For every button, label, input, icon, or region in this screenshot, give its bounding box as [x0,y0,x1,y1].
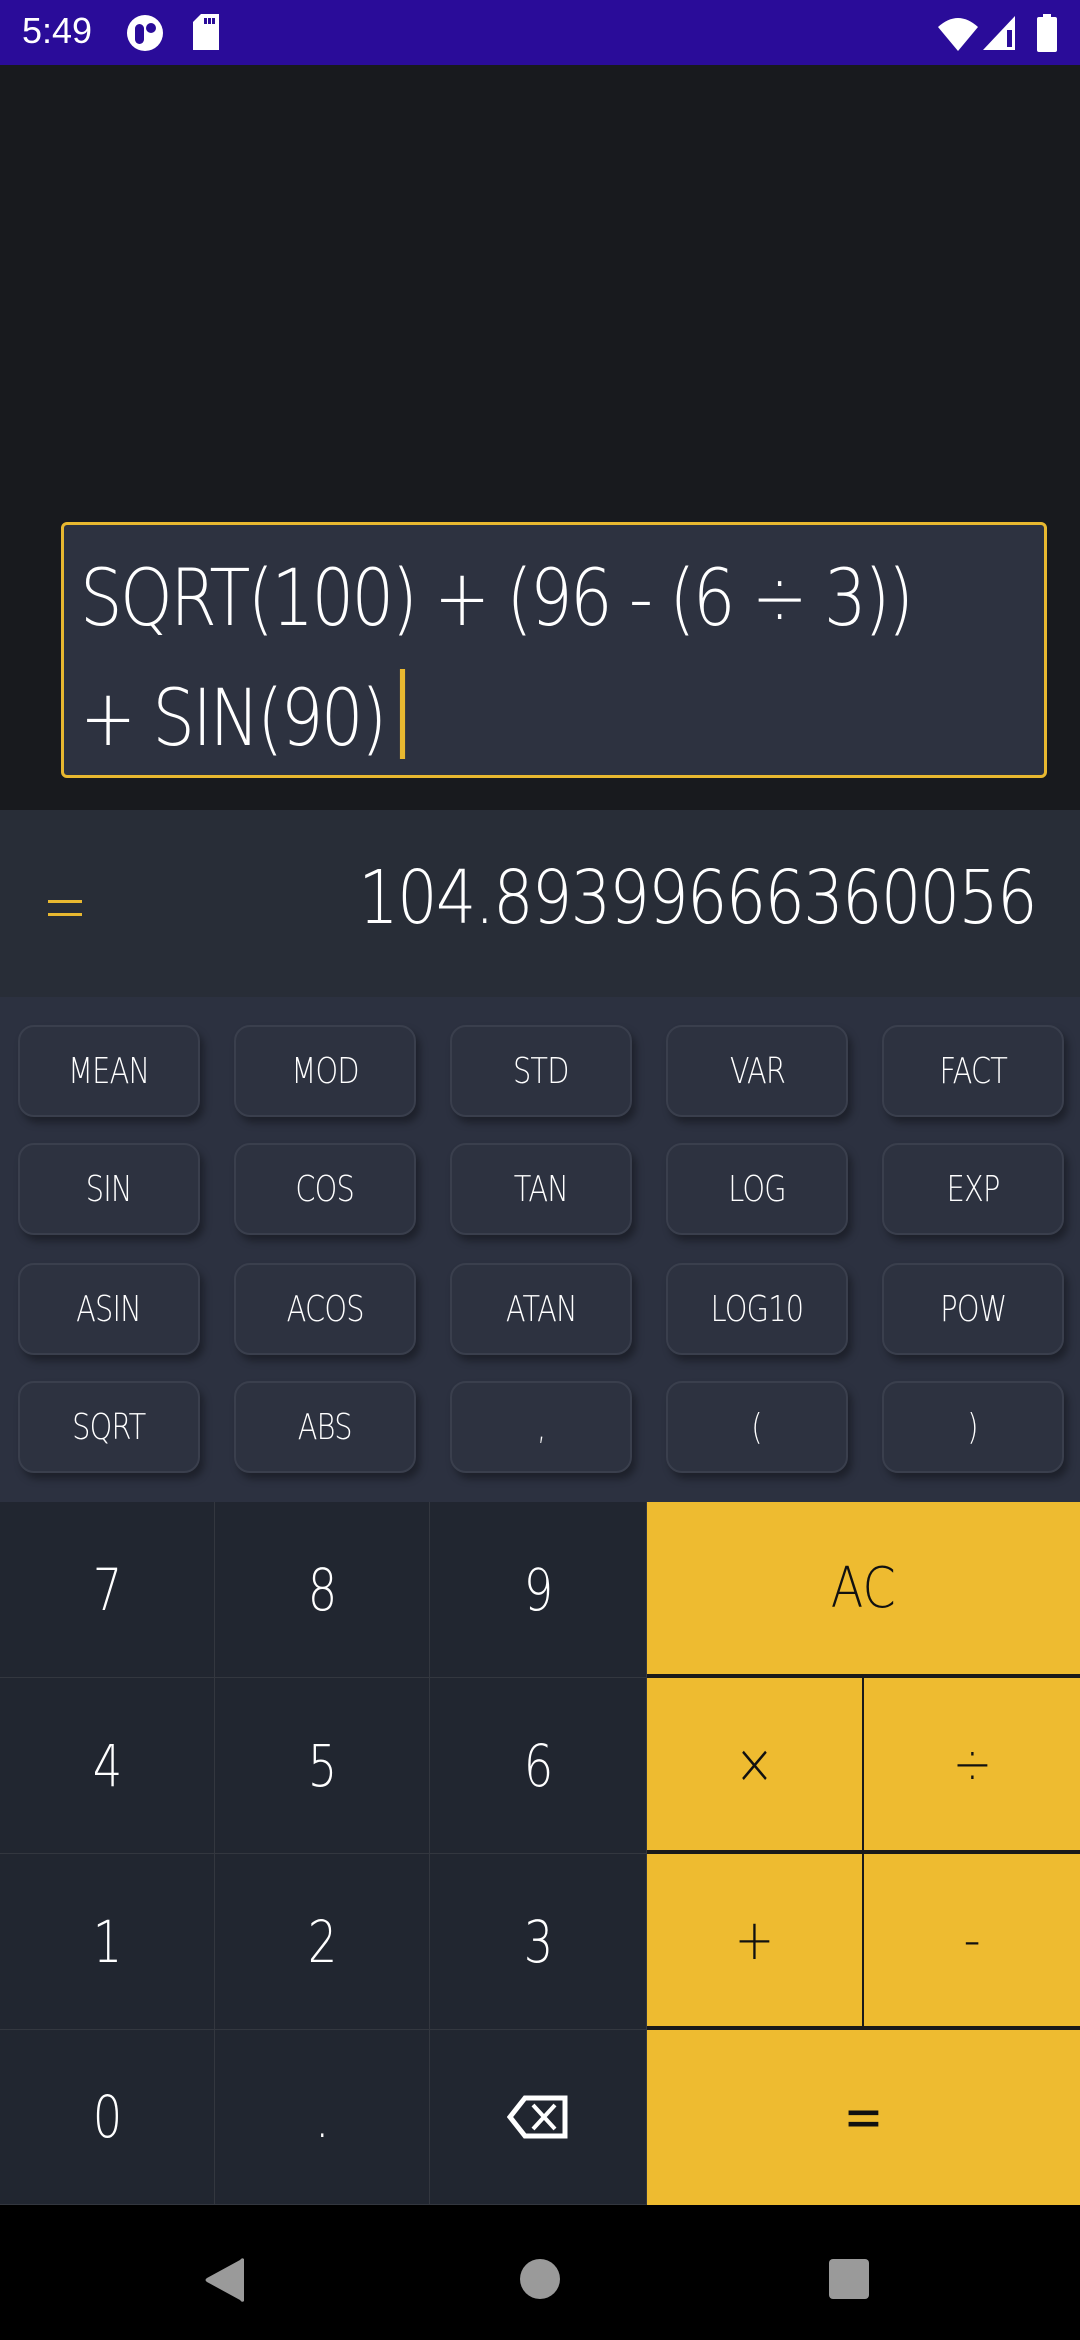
divide-label: ÷ [952,1731,992,1797]
function-key-atan[interactable]: ATAN [450,1263,632,1355]
digit-1-button[interactable]: 1 [0,1854,215,2030]
expression-area: SQRT(100) + (96 - (6 ÷ 3)) + SIN(90) [0,65,1080,810]
multiply-label: × [734,1731,775,1797]
equals-button[interactable]: = [647,2030,1080,2205]
expression-input[interactable]: SQRT(100) + (96 - (6 ÷ 3)) + SIN(90) [61,522,1047,778]
digit-0-button[interactable]: 0 [0,2030,215,2205]
home-icon[interactable] [519,2258,561,2300]
back-icon[interactable] [204,2257,246,2303]
navigation-bar [0,2205,1080,2340]
expression-line-2: + SIN(90) [80,674,387,764]
digit-5-button[interactable]: 5 [215,1678,430,1854]
subtract-label: - [963,1907,981,1973]
function-key-label: MEAN [68,1050,150,1092]
key-label: 0 [92,2083,122,2151]
digit-3-button[interactable]: 3 [430,1854,647,2030]
digit-9-button[interactable]: 9 [430,1502,647,1678]
wifi-icon [938,18,978,51]
key-label: 2 [307,1907,337,1976]
function-key-label: SQRT [72,1406,146,1448]
function-key-label: LOG10 [710,1288,804,1330]
key-label: 1 [92,1907,122,1976]
multiply-button[interactable]: × [647,1678,864,1854]
equals-label: = [843,2085,884,2150]
function-key-mod[interactable]: MOD [234,1025,416,1117]
function-key-label: FACT [939,1050,1007,1092]
function-key-label: ATAN [505,1288,578,1330]
key-label: 8 [307,1555,337,1624]
function-key-close-paren[interactable]: ) [882,1381,1064,1473]
key-label: 6 [523,1731,553,1800]
decimal-button[interactable]: . [215,2030,430,2205]
function-key-label: ASIN [76,1288,143,1330]
result-value: 104.89399666360056 [358,855,1037,941]
function-key-label: TAN [513,1168,569,1210]
digit-4-button[interactable]: 4 [0,1678,215,1854]
battery-icon [1037,14,1057,52]
function-key-fact[interactable]: FACT [882,1025,1064,1117]
clear-button[interactable]: AC [647,1502,1080,1678]
expression-text: SQRT(100) + (96 - (6 ÷ 3)) + SIN(90) [80,539,1043,779]
digit-6-button[interactable]: 6 [430,1678,647,1854]
keypad: . 0 3 2 1 6 5 4 9 8 7 AC × ÷ + - = [0,1502,1080,2205]
function-key-label: ACOS [286,1288,364,1330]
digit-7-button[interactable]: 7 [0,1502,215,1678]
function-key-log[interactable]: LOG [666,1143,848,1235]
function-key-asin[interactable]: ASIN [18,1263,200,1355]
status-bar: 5:49 [0,0,1080,65]
key-label: 9 [523,1555,553,1624]
equals-icon [48,900,82,916]
function-key-log10[interactable]: LOG10 [666,1263,848,1355]
function-key-tan[interactable]: TAN [450,1143,632,1235]
result-area: 104.89399666360056 [0,810,1080,997]
backspace-icon [507,2095,568,2139]
function-key-label: MOD [291,1050,359,1092]
function-key-exp[interactable]: EXP [882,1143,1064,1235]
key-label: 7 [92,1555,122,1624]
function-key-mean[interactable]: MEAN [18,1025,200,1117]
digit-2-button[interactable]: 2 [215,1854,430,2030]
function-key-label: ( [751,1406,763,1448]
recents-icon[interactable] [828,2258,870,2300]
expression-line-1: SQRT(100) + (96 - (6 ÷ 3)) [80,554,914,644]
key-label: 5 [307,1731,337,1800]
digit-8-button[interactable]: 8 [215,1502,430,1678]
key-label: . [314,2083,330,2151]
function-key-label: ABS [298,1406,353,1448]
cellular-signal-icon [983,16,1015,50]
function-key-comma[interactable]: , [450,1381,632,1473]
add-label: + [734,1907,775,1973]
function-key-label: VAR [729,1050,785,1092]
function-key-label: STD [513,1050,569,1092]
function-key-open-paren[interactable]: ( [666,1381,848,1473]
function-key-label: EXP [946,1168,1001,1210]
function-key-label: LOG [728,1168,786,1210]
backspace-button[interactable] [430,2030,647,2205]
text-cursor [400,669,406,759]
function-key-label: ) [967,1406,979,1448]
function-key-var[interactable]: VAR [666,1025,848,1117]
add-button[interactable]: + [647,1854,864,2030]
pocket-casts-icon [127,15,163,51]
function-key-label: POW [939,1288,1007,1330]
function-keys-panel: MEAN MOD STD VAR FACT SIN COS TAN LOG EXP ASIN ACOS… [0,997,1080,1502]
subtract-button[interactable]: - [864,1854,1080,2030]
sd-card-icon [193,14,219,50]
function-key-std[interactable]: STD [450,1025,632,1117]
status-time: 5:49 [22,10,93,51]
function-key-abs[interactable]: ABS [234,1381,416,1473]
function-key-acos[interactable]: ACOS [234,1263,416,1355]
function-key-sin[interactable]: SIN [18,1143,200,1235]
function-key-cos[interactable]: COS [234,1143,416,1235]
function-key-label: COS [295,1168,355,1210]
function-key-pow[interactable]: POW [882,1263,1064,1355]
key-label: 4 [92,1731,122,1800]
function-key-label: SIN [86,1168,133,1210]
divide-button[interactable]: ÷ [864,1678,1080,1854]
key-label: 3 [523,1907,553,1976]
clear-label: AC [831,1555,896,1621]
function-key-label: , [536,1406,546,1448]
function-key-sqrt[interactable]: SQRT [18,1381,200,1473]
